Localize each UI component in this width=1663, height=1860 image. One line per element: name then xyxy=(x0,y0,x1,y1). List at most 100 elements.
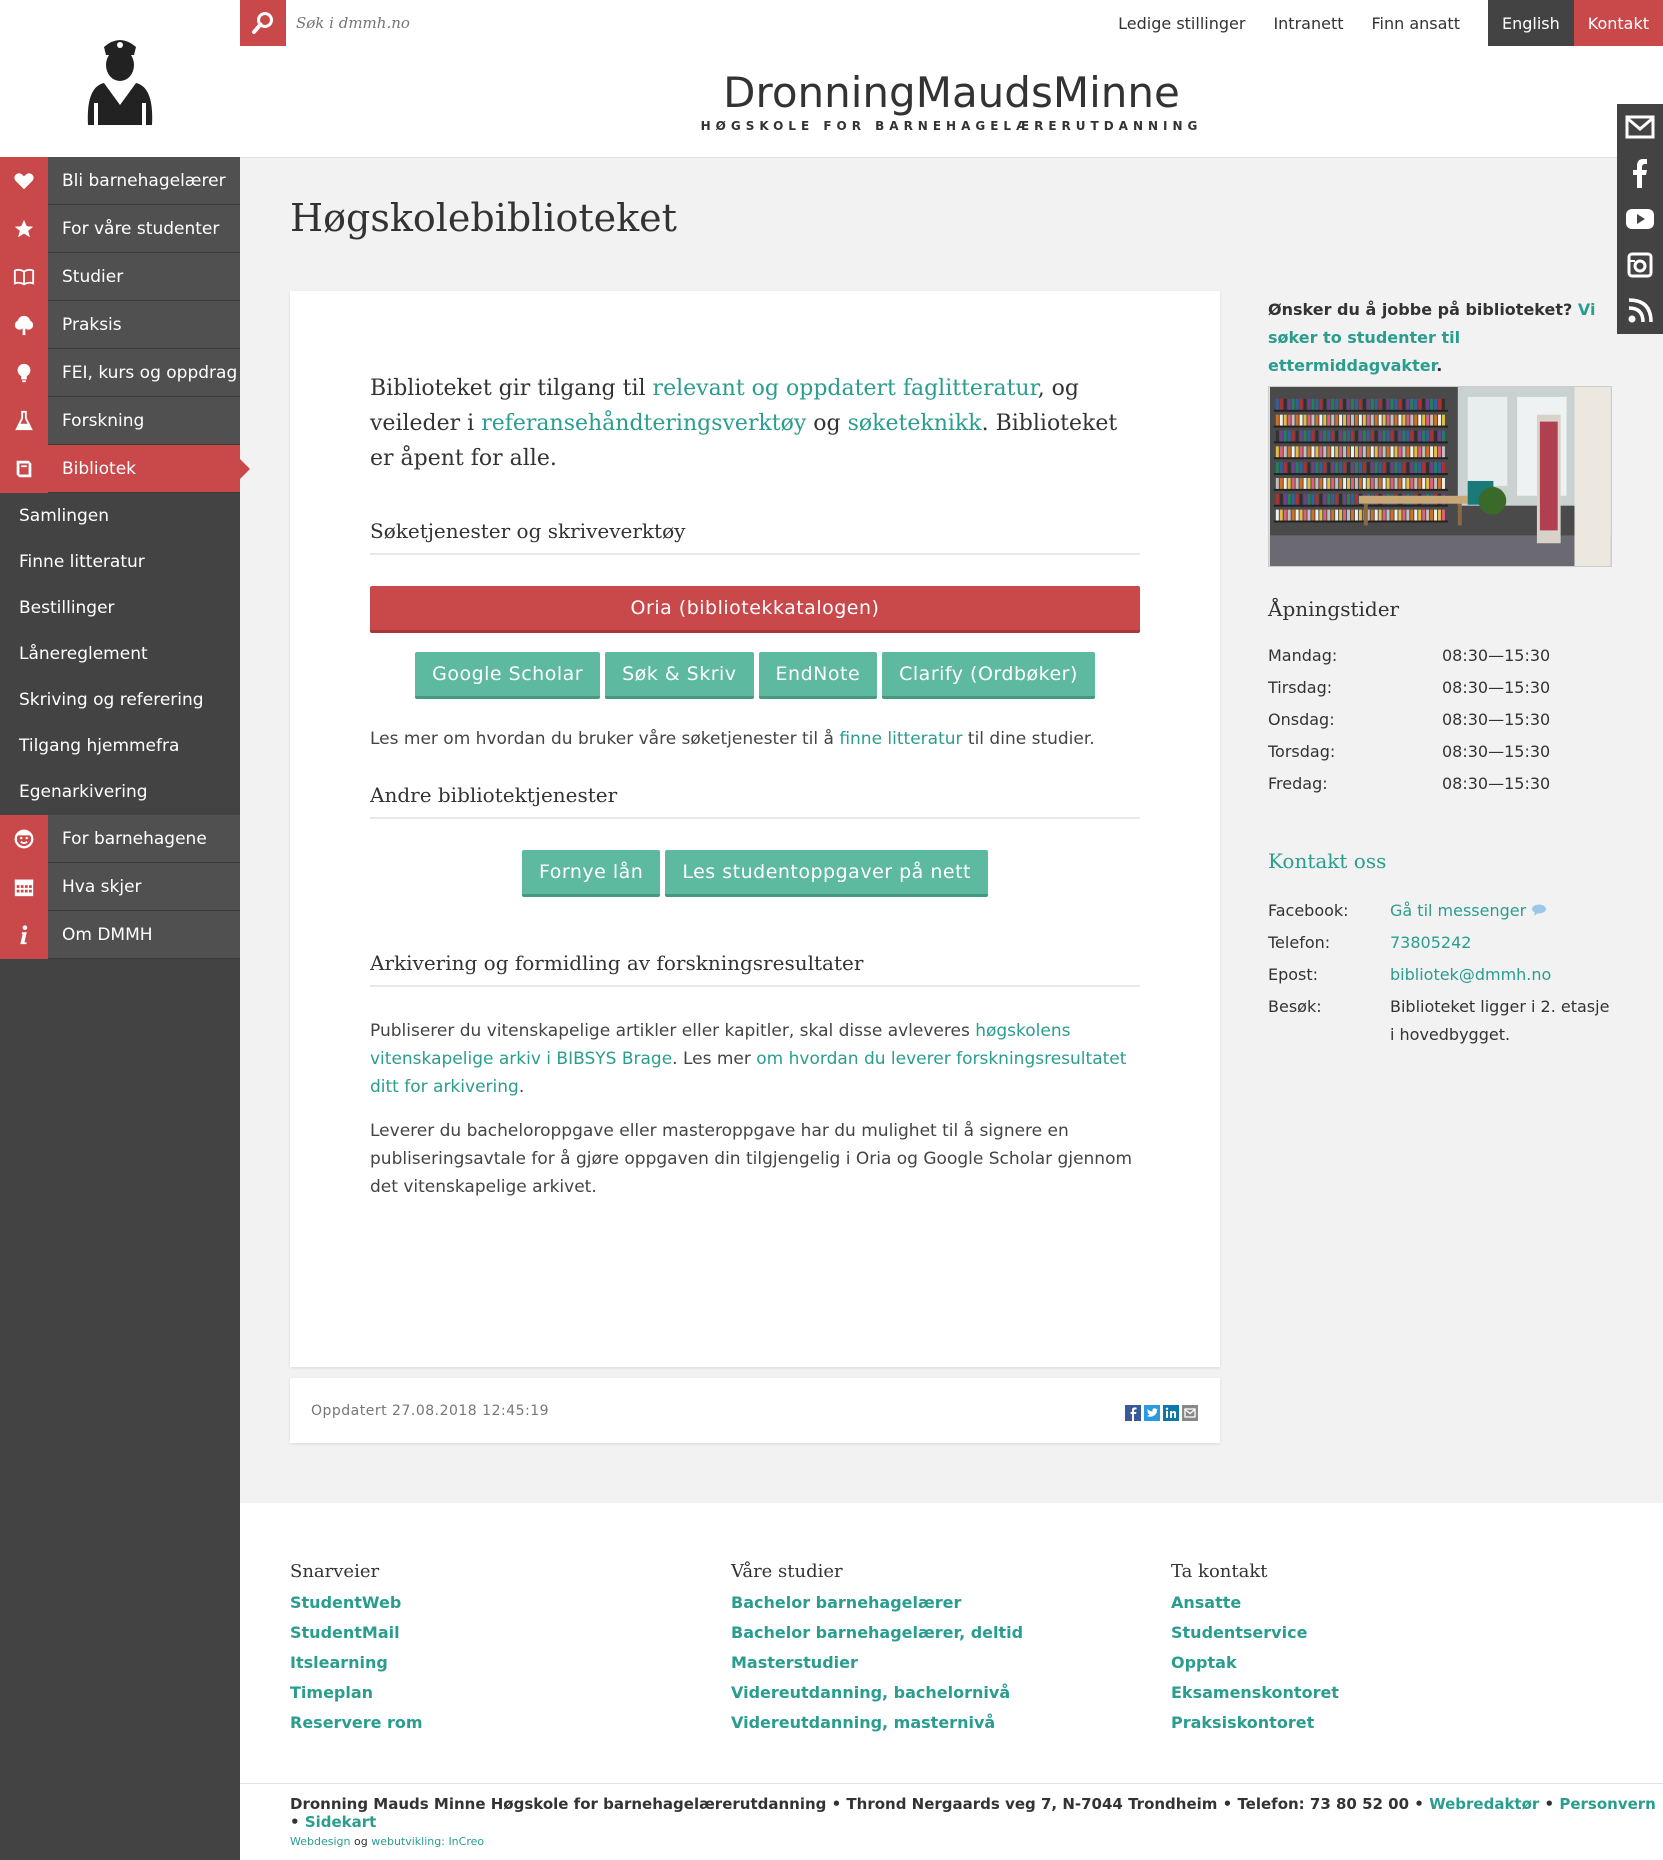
footer-credit: Webdesign og webutvikling: InCreo xyxy=(290,1835,484,1848)
google-scholar-button[interactable]: Google Scholar xyxy=(415,652,601,699)
footer-heading: Snarveier xyxy=(290,1561,380,1582)
top-link-contact[interactable]: Kontakt xyxy=(1573,0,1663,46)
share-linkedin-icon[interactable] xyxy=(1163,1405,1179,1421)
job-notice-text: Ønsker du å jobbe på biblioteket? xyxy=(1268,300,1578,319)
hours-row: Fredag: 08:30—15:30 xyxy=(1268,767,1613,799)
link-referansehandtering[interactable]: referansehåndteringsverktøy xyxy=(481,411,806,436)
webredaktor-link[interactable]: Webredaktør xyxy=(1429,1795,1539,1813)
sidebar: Bli barnehagelærer For våre studenter Stud… xyxy=(0,0,250,1860)
footer-link[interactable]: StudentMail xyxy=(290,1618,423,1648)
youtube-social-button[interactable] xyxy=(1617,196,1663,242)
top-link-jobs[interactable]: Ledige stillinger xyxy=(1104,0,1259,46)
contact-heading[interactable]: Kontakt oss xyxy=(1268,849,1613,873)
library-book-icon xyxy=(0,444,48,493)
sidebar-item-bibliotek[interactable]: Bibliotek xyxy=(0,444,250,493)
sidebar-subitem[interactable]: Finne litteratur xyxy=(0,539,240,585)
share-email-icon[interactable] xyxy=(1182,1405,1198,1421)
sidebar-item-om-dmmh[interactable]: Om DMMH xyxy=(0,910,240,959)
hours-day: Tirsdag: xyxy=(1268,677,1333,697)
sidebar-item-hva-skjer[interactable]: Hva skjer xyxy=(0,862,240,911)
sok-skriv-button[interactable]: Søk & Skriv xyxy=(605,652,754,699)
sidebar-subitem[interactable]: Samlingen xyxy=(0,493,240,539)
hours-day: Fredag: xyxy=(1268,773,1328,793)
search-icon xyxy=(252,12,273,34)
contact-info: Facebook: Gå til messenger Telefon: 7380… xyxy=(1268,897,1613,1049)
sidebar-item-forskning[interactable]: Forskning xyxy=(0,396,240,445)
share-facebook-icon[interactable] xyxy=(1125,1405,1141,1421)
section-heading-search-tools: Søketjenester og skriveverktøy xyxy=(370,519,1140,555)
link-soketeknikk[interactable]: søketeknikk xyxy=(848,411,982,436)
search-input[interactable] xyxy=(296,8,576,38)
sidebar-subitem[interactable]: Skriving og referering xyxy=(0,677,240,723)
footer-col-studies: Våre studier Bachelor barnehagelærer Bach… xyxy=(731,1561,1023,1738)
footer-link[interactable]: StudentWeb xyxy=(290,1588,423,1618)
sidebar-subitem[interactable]: Egenarkivering xyxy=(0,769,240,815)
email-social-button[interactable] xyxy=(1617,104,1663,150)
flask-icon xyxy=(0,396,48,445)
sidebar-subitem[interactable]: Lånereglement xyxy=(0,631,240,677)
service-buttons-row: Fornye lån Les studentoppgaver på nett xyxy=(370,850,1140,897)
footer-link[interactable]: Bachelor barnehagelærer xyxy=(731,1588,1023,1618)
footer-link[interactable]: Timeplan xyxy=(290,1678,423,1708)
brand-name[interactable]: DronningMaudsMinne xyxy=(240,68,1663,117)
personvern-link[interactable]: Personvern xyxy=(1559,1795,1656,1813)
footer-link[interactable]: Praksiskontoret xyxy=(1171,1708,1339,1738)
sidebar-subitem[interactable]: Tilgang hjemmefra xyxy=(0,723,240,769)
sidebar-item-studier[interactable]: Studier xyxy=(0,252,240,301)
footer-divider xyxy=(240,1783,1663,1784)
hours-time: 08:30—15:30 xyxy=(1442,773,1551,793)
contact-row-facebook: Facebook: Gå til messenger xyxy=(1268,897,1613,925)
footer-link[interactable]: Bachelor barnehagelærer, deltid xyxy=(731,1618,1023,1648)
sidebar-subitem[interactable]: Bestillinger xyxy=(0,585,240,631)
email-link[interactable]: bibliotek@dmmh.no xyxy=(1390,961,1551,989)
tree-icon xyxy=(0,300,48,349)
sidekart-link[interactable]: Sidekart xyxy=(305,1813,377,1831)
logo[interactable] xyxy=(0,0,240,157)
sidebar-item-label: Bli barnehagelærer xyxy=(62,170,226,191)
intro-text: Biblioteket gir tilgang til xyxy=(370,376,653,401)
webdesign-link[interactable]: Webdesign xyxy=(290,1835,350,1848)
archive-paragraph-1: Publiserer du vitenskapelige artikler el… xyxy=(370,1017,1140,1101)
webdev-link[interactable]: webutvikling: InCreo xyxy=(371,1835,484,1848)
phone-link[interactable]: 73805242 xyxy=(1390,929,1471,957)
footer-link[interactable]: Masterstudier xyxy=(731,1648,1023,1678)
rss-social-button[interactable] xyxy=(1617,288,1663,334)
messenger-link[interactable]: Gå til messenger xyxy=(1390,901,1526,920)
footer-link[interactable]: Eksamenskontoret xyxy=(1171,1678,1339,1708)
top-link-find-staff[interactable]: Finn ansatt xyxy=(1357,0,1473,46)
endnote-button[interactable]: EndNote xyxy=(758,652,878,699)
link-faglitteratur[interactable]: relevant og oppdatert faglitteratur xyxy=(653,376,1038,401)
share-twitter-icon[interactable] xyxy=(1144,1405,1160,1421)
link-finne-litteratur[interactable]: finne litteratur xyxy=(839,729,962,749)
sidebar-item-for-barnehagene[interactable]: For barnehagene xyxy=(0,814,240,863)
top-link-english[interactable]: English xyxy=(1487,0,1574,46)
footer-link[interactable]: Ansatte xyxy=(1171,1588,1339,1618)
intro-paragraph: Biblioteket gir tilgang til relevant og … xyxy=(370,371,1140,476)
student-theses-button[interactable]: Les studentoppgaver på nett xyxy=(665,850,988,897)
footer-link[interactable]: Opptak xyxy=(1171,1648,1339,1678)
messenger-icon xyxy=(1532,904,1547,916)
envelope-icon xyxy=(1625,115,1655,139)
facebook-social-button[interactable] xyxy=(1617,150,1663,196)
renew-loan-button[interactable]: Fornye lån xyxy=(522,850,661,897)
sidebar-item-for-våre-studenter[interactable]: For våre studenter xyxy=(0,204,240,253)
footer-link[interactable]: Videreutdanning, bachelornivå xyxy=(731,1678,1023,1708)
archive-paragraph-2: Leverer du bacheloroppgave eller mastero… xyxy=(370,1121,1133,1197)
top-link-intranet[interactable]: Intranett xyxy=(1259,0,1357,46)
sidebar-item-bli-barnehagelærer[interactable]: Bli barnehagelærer xyxy=(0,156,240,205)
hours-time: 08:30—15:30 xyxy=(1442,645,1551,665)
contact-label: Besøk: xyxy=(1268,997,1322,1016)
sidebar-item-praksis[interactable]: Praksis xyxy=(0,300,240,349)
footer-link[interactable]: Videreutdanning, masternivå xyxy=(731,1708,1023,1738)
footer-link[interactable]: Studentservice xyxy=(1171,1618,1339,1648)
clarify-button[interactable]: Clarify (Ordbøker) xyxy=(882,652,1095,699)
brand-tagline: HØGSKOLE FOR BARNEHAGELÆRERUTDANNING xyxy=(700,119,1203,133)
sidebar-item-fei-kurs-og-oppdrag[interactable]: FEI, kurs og oppdrag xyxy=(0,348,240,397)
footer-link[interactable]: Reservere rom xyxy=(290,1708,423,1738)
sidebar-item-label: Praksis xyxy=(62,314,122,335)
instagram-social-button[interactable] xyxy=(1617,242,1663,288)
footer-link[interactable]: Itslearning xyxy=(290,1648,423,1678)
book-icon xyxy=(0,252,48,301)
search-button[interactable] xyxy=(240,0,286,46)
oria-button[interactable]: Oria (bibliotekkatalogen) xyxy=(370,586,1140,633)
